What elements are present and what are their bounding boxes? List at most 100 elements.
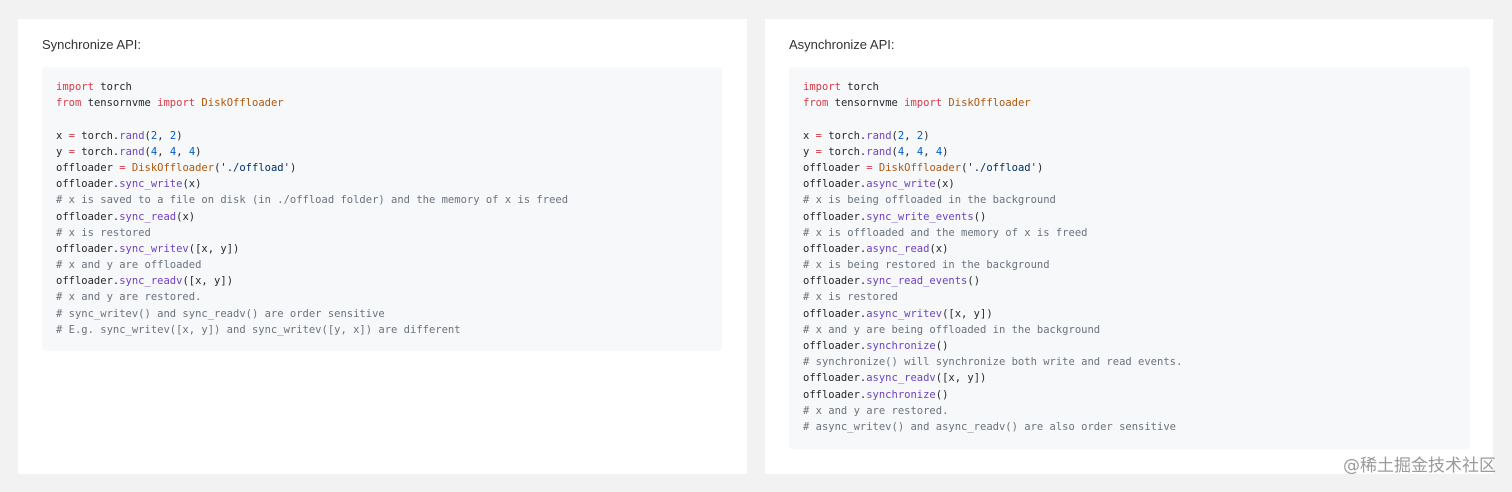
code-token: # x is being restored in the background	[803, 259, 1050, 272]
code-line: # x is being restored in the background	[803, 257, 1456, 273]
code-line: offloader = DiskOffloader('./offload')	[803, 160, 1456, 176]
code-token: (x)	[935, 178, 955, 191]
code-token: './offload'	[220, 161, 290, 174]
code-token: ,	[157, 145, 170, 158]
code-token: ()	[935, 388, 949, 401]
code-token: offloader.	[803, 388, 867, 401]
code-token: torch.	[821, 145, 867, 158]
code-token: (x)	[182, 178, 202, 191]
code-token: offloader.	[56, 210, 120, 223]
code-line: offloader.synchronize()	[803, 387, 1456, 403]
code-token: DiskOffloader	[201, 97, 284, 110]
code-token: offloader.	[803, 340, 867, 352]
code-line: y = torch.rand(4, 4, 4)	[56, 144, 708, 160]
code-line: offloader.sync_write(x)	[56, 176, 708, 192]
code-line: from tensornvme import DiskOffloader	[803, 95, 1456, 111]
code-token: # x is restored	[56, 226, 151, 239]
code-token: offloader.	[803, 242, 867, 255]
code-line: offloader.async_readv([x, y])	[803, 370, 1456, 386]
code-line: # async_writev() and async_readv() are a…	[803, 419, 1456, 435]
code-token: # x is offloaded and the memory of x is …	[803, 226, 1088, 239]
code-token: offloader.	[803, 275, 867, 288]
code-line: y = torch.rand(4, 4, 4)	[803, 144, 1456, 160]
code-token: torch	[93, 81, 132, 93]
code-token: (x)	[176, 210, 196, 223]
code-token: import	[904, 97, 943, 110]
code-token: torch.	[74, 145, 120, 158]
code-token: DiskOffloader	[131, 161, 215, 174]
code-token: x	[56, 129, 69, 142]
code-token: ([x, y])	[942, 307, 993, 320]
code-line: offloader.sync_write_events()	[803, 209, 1456, 225]
code-token: )	[176, 129, 183, 142]
code-token: async_readv	[866, 372, 936, 385]
code-token: offloader.	[56, 242, 120, 255]
code-token: sync_read_events	[866, 275, 968, 288]
code-token: ()	[935, 340, 949, 352]
sync-api-title: Synchronize API:	[42, 37, 141, 52]
code-token: # sync_writev() and sync_readv() are ord…	[56, 307, 385, 320]
code-token: synchronize	[866, 340, 936, 352]
code-token: ([x, y])	[188, 242, 240, 255]
code-line: import torch	[56, 79, 708, 95]
code-token: )	[923, 129, 930, 142]
code-token: # x is being offloaded in the background	[803, 194, 1056, 207]
code-token: # x and y are being offloaded in the bac…	[803, 323, 1101, 336]
code-token: # x is restored	[803, 291, 898, 304]
code-line: # x and y are being offloaded in the bac…	[803, 322, 1456, 338]
sync-api-panel: Synchronize API: import torch from tensor…	[18, 19, 747, 474]
code-token: # x and y are restored.	[56, 291, 202, 304]
code-token: ()	[973, 210, 987, 223]
code-line: offloader.sync_readv([x, y])	[56, 273, 708, 289]
code-line: # x is restored	[56, 225, 708, 241]
code-line: # x is being offloaded in the background	[803, 192, 1456, 208]
code-line: offloader.sync_read_events()	[803, 273, 1456, 289]
code-token: DiskOffloader	[948, 97, 1031, 110]
code-token: tensornvme	[828, 97, 905, 110]
code-token: synchronize	[866, 388, 936, 401]
code-token: )	[1036, 161, 1044, 174]
code-token: ,	[157, 129, 170, 142]
code-token: # x is saved to a file on disk (in ./off…	[56, 194, 569, 207]
code-token: async_read	[866, 242, 930, 255]
code-token: # async_writev() and async_readv() are a…	[803, 420, 1176, 433]
code-line: offloader.sync_writev([x, y])	[56, 241, 708, 257]
code-line: import torch	[803, 79, 1456, 95]
code-token: async_writev	[866, 307, 943, 320]
code-token: import	[56, 81, 94, 93]
code-line: offloader.sync_read(x)	[56, 209, 708, 225]
code-token: offloader.	[803, 178, 867, 191]
code-token: ,	[904, 129, 917, 142]
code-token: )	[289, 161, 297, 174]
code-line: # E.g. sync_writev([x, y]) and sync_writ…	[56, 322, 708, 338]
code-token: x	[803, 129, 816, 142]
code-token: offloader	[56, 161, 120, 174]
code-line: # x is restored	[803, 289, 1456, 305]
code-line: # x and y are restored.	[56, 289, 708, 305]
sync-code-block[interactable]: import torch from tensornvme import DiskO…	[42, 67, 722, 351]
code-token: ([x, y])	[182, 275, 234, 288]
code-token: offloader	[803, 161, 867, 174]
code-line: x = torch.rand(2, 2)	[56, 128, 708, 144]
code-token: # x and y are offloaded	[56, 259, 202, 272]
code-token: offloader.	[56, 178, 120, 191]
code-line: # x and y are restored.	[803, 403, 1456, 419]
code-line: offloader = DiskOffloader('./offload')	[56, 160, 708, 176]
code-token: ,	[176, 145, 189, 158]
async-code-block[interactable]: import torch from tensornvme import DiskO…	[789, 67, 1470, 449]
code-token: y	[803, 145, 816, 158]
code-token: rand	[866, 145, 892, 158]
code-token: ()	[967, 275, 981, 288]
code-token: rand	[119, 145, 145, 158]
code-line: offloader.async_writev([x, y])	[803, 306, 1456, 322]
code-token: offloader.	[803, 372, 867, 385]
code-token: ,	[904, 145, 917, 158]
code-line: # x is saved to a file on disk (in ./off…	[56, 192, 708, 208]
code-line: # x and y are offloaded	[56, 257, 708, 273]
code-line: from tensornvme import DiskOffloader	[56, 95, 708, 111]
code-token: async_write	[866, 178, 936, 191]
code-token: sync_read	[119, 210, 177, 223]
code-token: sync_write_events	[866, 210, 974, 223]
